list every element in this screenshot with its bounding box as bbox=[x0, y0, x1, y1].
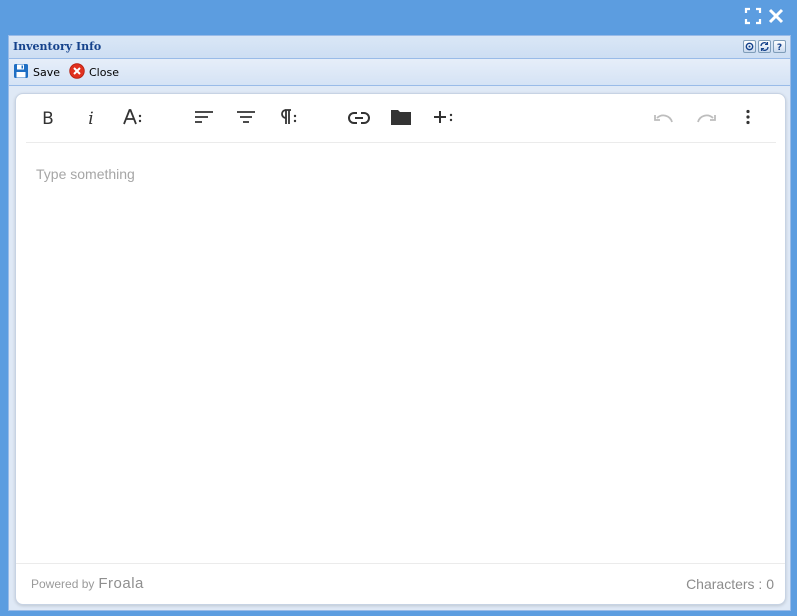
plus-more-icon bbox=[433, 108, 455, 130]
align-left-icon bbox=[194, 109, 214, 129]
powered-by[interactable]: Powered by Froala bbox=[31, 575, 144, 592]
font-size-button[interactable] bbox=[119, 105, 147, 133]
insert-link-button[interactable] bbox=[345, 105, 373, 133]
folder-icon bbox=[390, 108, 412, 130]
window-header: Inventory Info ? bbox=[9, 36, 790, 59]
close-circle-icon bbox=[69, 63, 89, 82]
paragraph-format-button[interactable] bbox=[274, 105, 302, 133]
character-count: Characters : 0 bbox=[686, 576, 774, 592]
window-toolbar: Save Close bbox=[9, 59, 790, 86]
gear-icon[interactable] bbox=[743, 40, 756, 53]
froala-brand: Froala bbox=[98, 575, 144, 592]
italic-label: i bbox=[88, 109, 94, 129]
editor-footer: Powered by Froala Characters : 0 bbox=[16, 563, 785, 604]
more-insert-button[interactable] bbox=[430, 105, 458, 133]
redo-icon bbox=[696, 110, 716, 129]
inventory-window: Inventory Info ? Save Close B i Type som… bbox=[8, 35, 791, 611]
close-label: Close bbox=[89, 66, 119, 79]
bold-label: B bbox=[42, 109, 54, 129]
link-icon bbox=[348, 110, 370, 129]
rich-text-editor: B i Type something Powered by Froala Cha… bbox=[15, 93, 786, 605]
svg-text:?: ? bbox=[777, 43, 782, 52]
bold-button[interactable]: B bbox=[34, 105, 62, 133]
more-options-button[interactable] bbox=[734, 105, 762, 133]
refresh-icon[interactable] bbox=[758, 40, 771, 53]
header-tools: ? bbox=[743, 40, 786, 53]
floppy-disk-icon bbox=[13, 63, 33, 82]
maximize-icon[interactable] bbox=[744, 7, 762, 25]
redo-button[interactable] bbox=[692, 105, 720, 133]
align-center-icon bbox=[236, 109, 256, 129]
editor-toolbar: B i bbox=[26, 94, 776, 143]
align-left-button[interactable] bbox=[190, 105, 218, 133]
powered-by-text: Powered by bbox=[31, 577, 95, 591]
top-bar bbox=[0, 0, 797, 34]
undo-icon bbox=[654, 110, 674, 129]
window-title: Inventory Info bbox=[13, 40, 102, 53]
close-icon[interactable] bbox=[767, 7, 785, 25]
help-icon[interactable]: ? bbox=[773, 40, 786, 53]
save-button[interactable]: Save bbox=[13, 64, 60, 81]
save-label: Save bbox=[33, 66, 61, 79]
undo-button[interactable] bbox=[650, 105, 678, 133]
close-button[interactable]: Close bbox=[69, 63, 119, 82]
italic-button[interactable]: i bbox=[77, 105, 105, 133]
vertical-dots-icon bbox=[745, 109, 751, 129]
insert-file-button[interactable] bbox=[387, 105, 415, 133]
align-center-button[interactable] bbox=[232, 105, 260, 133]
font-size-icon bbox=[122, 108, 144, 130]
pilcrow-icon bbox=[277, 108, 299, 130]
editor-placeholder[interactable]: Type something bbox=[36, 166, 135, 182]
